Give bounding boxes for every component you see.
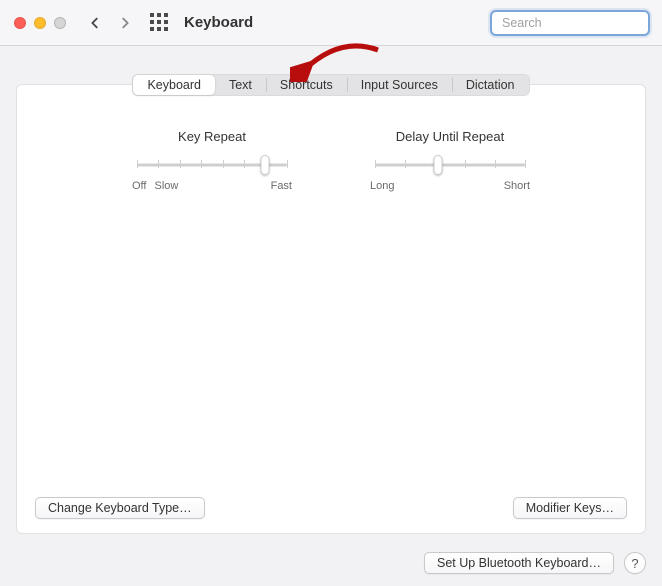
keyboard-panel: Key Repeat Off Slow Fast Delay Until Rep… — [16, 84, 646, 534]
window-controls — [14, 17, 66, 29]
label-off: Off — [132, 180, 146, 192]
tab-label: Keyboard — [147, 75, 201, 95]
show-all-icon[interactable] — [150, 13, 170, 33]
panel-bottom-buttons: Change Keyboard Type… Modifier Keys… — [35, 497, 627, 519]
tab-input-sources[interactable]: Input Sources — [347, 75, 452, 95]
search-input[interactable] — [502, 16, 662, 30]
key-repeat-title: Key Repeat — [178, 129, 246, 144]
delay-repeat-slider[interactable] — [375, 158, 525, 172]
zoom-window-button — [54, 17, 66, 29]
search-field[interactable] — [490, 10, 650, 36]
modifier-keys-button[interactable]: Modifier Keys… — [513, 497, 627, 519]
delay-repeat-thumb[interactable] — [434, 155, 443, 175]
label-fast: Fast — [271, 180, 292, 192]
tabs-container: Keyboard Text Shortcuts Input Sources Di… — [0, 74, 662, 96]
key-repeat-labels: Off Slow Fast — [132, 180, 292, 192]
close-window-button[interactable] — [14, 17, 26, 29]
tab-shortcuts[interactable]: Shortcuts — [266, 75, 347, 95]
tab-keyboard[interactable]: Keyboard — [133, 75, 215, 95]
tab-label: Dictation — [466, 75, 515, 95]
forward-button — [114, 12, 136, 34]
tab-text[interactable]: Text — [215, 75, 266, 95]
label-long: Long — [370, 180, 394, 192]
key-repeat-group: Key Repeat Off Slow Fast — [132, 129, 292, 192]
setup-bluetooth-button[interactable]: Set Up Bluetooth Keyboard… — [424, 552, 614, 574]
label-slow: Slow — [154, 180, 178, 192]
key-repeat-thumb[interactable] — [260, 155, 269, 175]
delay-repeat-labels: Long Short — [370, 180, 530, 192]
minimize-window-button[interactable] — [34, 17, 46, 29]
window-title: Keyboard — [184, 14, 253, 31]
back-button[interactable] — [84, 12, 106, 34]
footer: Set Up Bluetooth Keyboard… ? — [424, 552, 646, 574]
key-repeat-slider[interactable] — [137, 158, 287, 172]
sliders-row: Key Repeat Off Slow Fast Delay Until Rep… — [45, 129, 617, 192]
label-short: Short — [504, 180, 530, 192]
help-button[interactable]: ? — [624, 552, 646, 574]
titlebar: Keyboard — [0, 0, 662, 46]
tab-label: Input Sources — [361, 75, 438, 95]
tab-label: Text — [229, 75, 252, 95]
delay-repeat-group: Delay Until Repeat Long Short — [370, 129, 530, 192]
preference-tabs: Keyboard Text Shortcuts Input Sources Di… — [132, 74, 529, 96]
tab-label: Shortcuts — [280, 75, 333, 95]
tab-dictation[interactable]: Dictation — [452, 75, 529, 95]
delay-repeat-title: Delay Until Repeat — [396, 129, 504, 144]
change-keyboard-type-button[interactable]: Change Keyboard Type… — [35, 497, 205, 519]
